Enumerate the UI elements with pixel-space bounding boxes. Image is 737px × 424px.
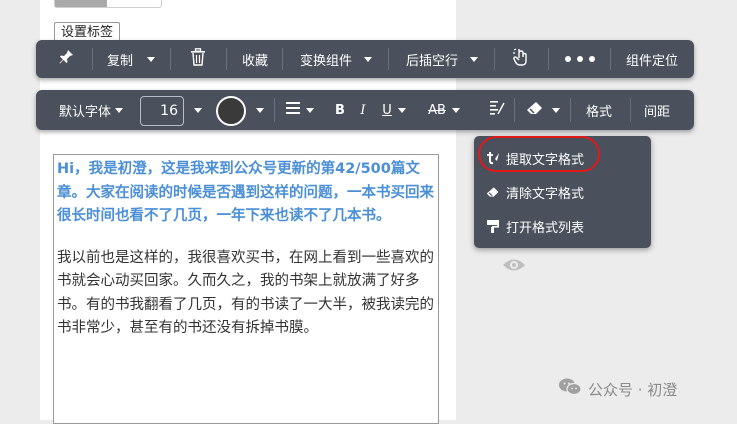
text-color-dropdown[interactable]	[250, 90, 270, 130]
format-button[interactable]: 格式	[574, 90, 624, 130]
menu-item-clear-format[interactable]: 清除文字格式	[484, 180, 584, 204]
font-size-input[interactable]: 16	[140, 96, 184, 126]
chevron-down-icon	[306, 107, 314, 113]
watermark: 公众号 · 初澄	[558, 378, 677, 400]
spacing-label: 间距	[643, 104, 670, 120]
italic-button[interactable]: I	[352, 90, 374, 130]
font-family-select[interactable]: 默认字体	[50, 90, 132, 130]
insert-label: 后插空行	[405, 53, 458, 69]
align-button[interactable]	[280, 90, 320, 130]
eraser-icon	[484, 186, 502, 198]
chevron-down-icon	[451, 107, 460, 113]
format-painter-icon	[484, 219, 502, 233]
more-button[interactable]	[552, 40, 608, 78]
pin-icon	[58, 49, 74, 69]
font-size-dropdown[interactable]	[188, 90, 208, 130]
segmented-control[interactable]	[54, 0, 162, 8]
insert-blank-line-button[interactable]: 后插空行	[392, 40, 492, 78]
highlight-annotation	[478, 136, 600, 172]
locate-label: 组件定位	[625, 53, 678, 69]
italic-label: I	[360, 102, 366, 118]
transform-label: 变换组件	[299, 53, 352, 69]
chevron-down-icon	[552, 107, 560, 113]
pointer-button[interactable]	[498, 40, 544, 78]
clear-format-button[interactable]	[484, 90, 510, 130]
intro-paragraph: Hi，我是初澄，这是我来到公众号更新的第42/500篇文章。大家在阅读的时候是否…	[57, 161, 434, 224]
chevron-down-icon	[147, 56, 155, 62]
copy-button[interactable]: 复制	[96, 40, 166, 78]
eraser-icon	[526, 101, 544, 119]
text-format-toolbar: 默认字体 16 B I U AB 格式 间距	[36, 90, 694, 130]
chevron-down-icon	[194, 107, 202, 113]
align-icon	[286, 102, 300, 118]
eye-icon[interactable]	[502, 257, 526, 277]
delete-button[interactable]	[176, 40, 220, 78]
wechat-icon	[558, 377, 582, 401]
text-color-swatch[interactable]	[216, 96, 246, 126]
watermark-text: 公众号 · 初澄	[588, 380, 678, 399]
chevron-down-icon	[115, 107, 123, 113]
trash-icon	[190, 48, 206, 70]
chevron-down-icon	[397, 107, 406, 113]
spacing-button[interactable]: 间距	[634, 90, 680, 130]
text-component[interactable]: Hi，我是初澄，这是我来到公众号更新的第42/500篇文章。大家在阅读的时候是否…	[53, 154, 439, 424]
segmented-control-active[interactable]	[55, 0, 107, 7]
clear-format-icon	[489, 100, 505, 120]
more-dots-icon	[564, 52, 596, 67]
menu-item-open-format-list[interactable]: 打开格式列表	[484, 214, 584, 238]
bold-button[interactable]: B	[328, 90, 352, 130]
strikethrough-label: AB	[428, 102, 446, 118]
chevron-down-icon	[256, 107, 264, 113]
format-label: 格式	[585, 104, 612, 120]
font-size-value: 16	[160, 103, 178, 119]
locate-component-button[interactable]: 组件定位	[614, 40, 690, 78]
bold-label: B	[335, 102, 345, 118]
strikethrough-button[interactable]: AB	[422, 90, 466, 130]
menu-item-label: 打开格式列表	[506, 220, 585, 236]
favorite-label: 收藏	[241, 53, 268, 69]
underline-button[interactable]: U	[374, 90, 414, 130]
hand-pointer-icon	[512, 47, 530, 71]
menu-item-label: 清除文字格式	[506, 186, 585, 202]
copy-label: 复制	[106, 53, 133, 69]
body-paragraph: 我以前也是这样的，我很喜欢买书，在网上看到一些喜欢的书就会心动买回家。久而久之，…	[57, 249, 434, 337]
eraser-button[interactable]	[520, 90, 566, 130]
pin-button[interactable]	[46, 40, 86, 78]
chevron-down-icon	[470, 56, 478, 62]
favorite-button[interactable]: 收藏	[230, 40, 280, 78]
component-toolbar: 复制 收藏 变换组件 后插空行 组件定位	[36, 40, 694, 78]
chevron-down-icon	[364, 56, 372, 62]
underline-label: U	[382, 102, 392, 118]
transform-component-button[interactable]: 变换组件	[286, 40, 386, 78]
font-family-label: 默认字体	[58, 104, 111, 120]
